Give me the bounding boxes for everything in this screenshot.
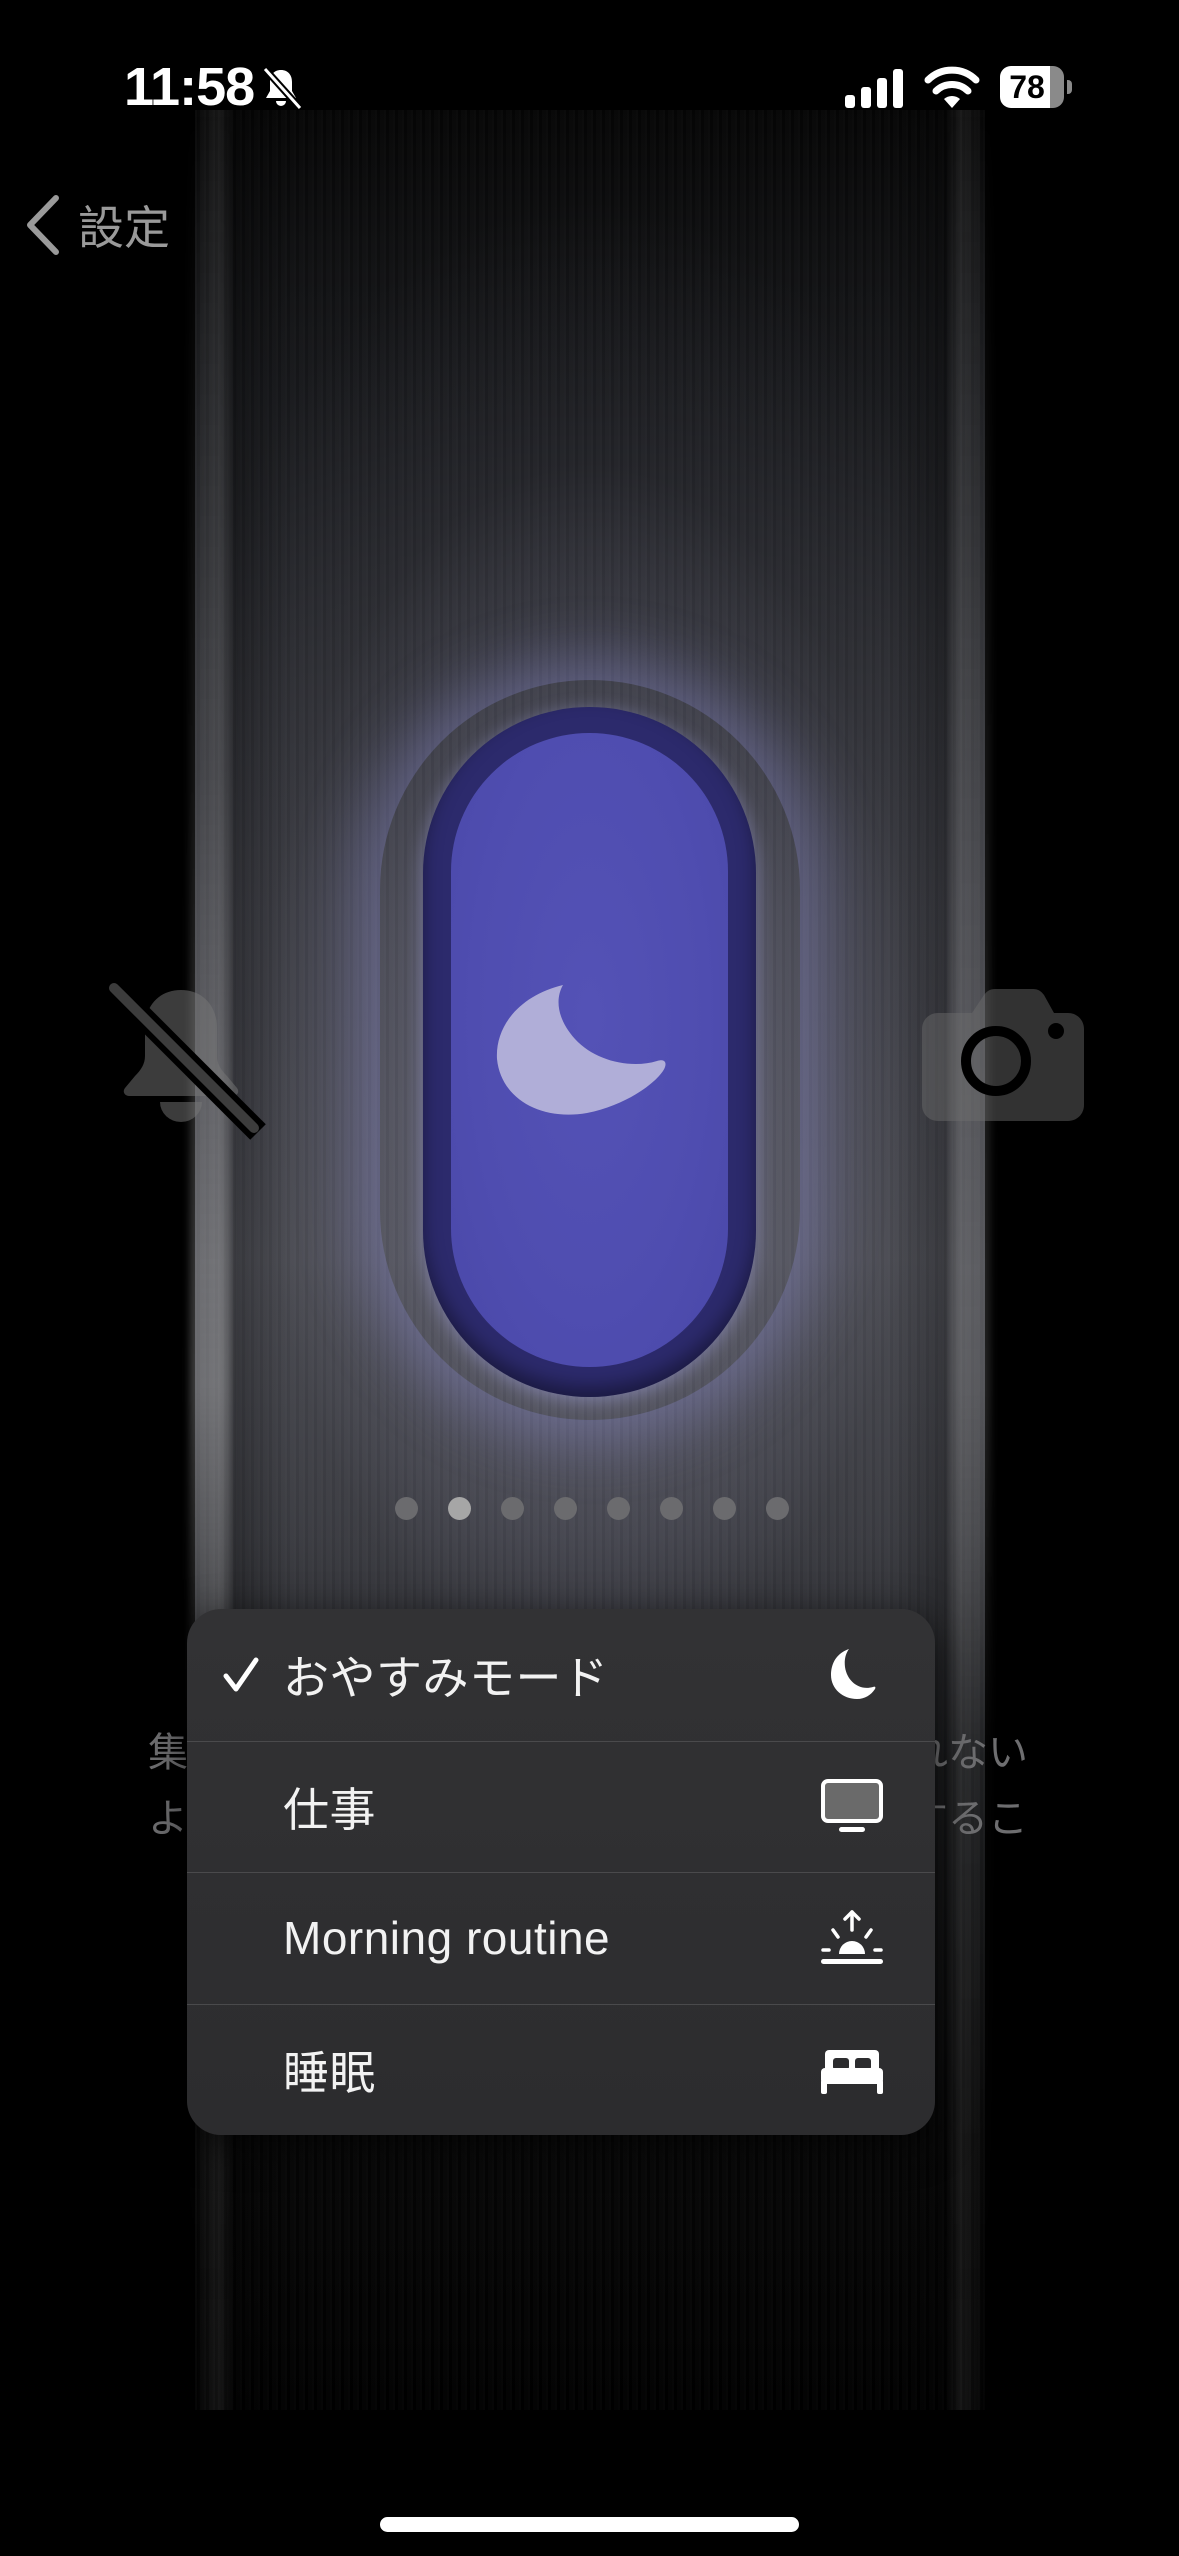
description-line1-start: 集 [148, 1731, 188, 1775]
page-dot[interactable] [553, 1497, 577, 1520]
action-button-focus[interactable] [423, 707, 756, 1397]
page-dot[interactable] [765, 1497, 789, 1520]
battery-percent: 78 [1009, 69, 1045, 105]
moon-icon [831, 1648, 876, 1699]
menu-item-work[interactable]: 仕事 [187, 1740, 935, 1873]
menu-item-label: Morning routine [283, 1912, 611, 1965]
page-dot[interactable] [606, 1497, 630, 1520]
menu-item-sleep[interactable]: 睡眠 [187, 2003, 935, 2136]
camera-icon[interactable] [918, 985, 1088, 1125]
page-indicator[interactable] [0, 1497, 1179, 1520]
menu-item-label: 睡眠 [283, 2046, 376, 2099]
bell-slash-icon [262, 66, 303, 111]
page-dot[interactable] [394, 1497, 418, 1520]
home-indicator[interactable] [380, 2517, 799, 2532]
moon-icon [496, 985, 666, 1115]
menu-item-do-not-disturb[interactable]: おやすみモード [187, 1609, 935, 1741]
description-line2-start: よ [148, 1797, 188, 1841]
chevron-left-icon [27, 195, 59, 255]
cellular-signal-icon [845, 69, 903, 108]
desktop-icon [821, 1778, 883, 1832]
metal-edge-right [950, 110, 990, 2310]
status-time: 11:58 [124, 57, 255, 117]
action-button-face [451, 733, 728, 1367]
checkmark-icon [223, 1657, 259, 1692]
page-dot[interactable] [500, 1497, 524, 1520]
status-bar: 11:58 78 [0, 0, 1179, 150]
battery-indicator: 78 [1000, 66, 1064, 108]
focus-mode-menu: おやすみモード 仕事 Morning routine 睡眠 [187, 1609, 935, 2135]
bed-icon [821, 2049, 883, 2094]
sunrise-icon [821, 1910, 883, 1965]
page-dot[interactable] [712, 1497, 736, 1520]
page-dot-active[interactable] [447, 1497, 471, 1520]
back-label: 設定 [78, 202, 170, 254]
page-dot[interactable] [659, 1497, 683, 1520]
back-button[interactable]: 設定 [22, 190, 170, 260]
bell-slash-icon[interactable] [96, 970, 266, 1140]
battery-nub [1067, 80, 1072, 94]
menu-item-morning-routine[interactable]: Morning routine [187, 1872, 935, 2004]
menu-item-label: おやすみモード [283, 1651, 609, 1704]
menu-item-label: 仕事 [283, 1783, 376, 1836]
wifi-icon [924, 66, 980, 108]
